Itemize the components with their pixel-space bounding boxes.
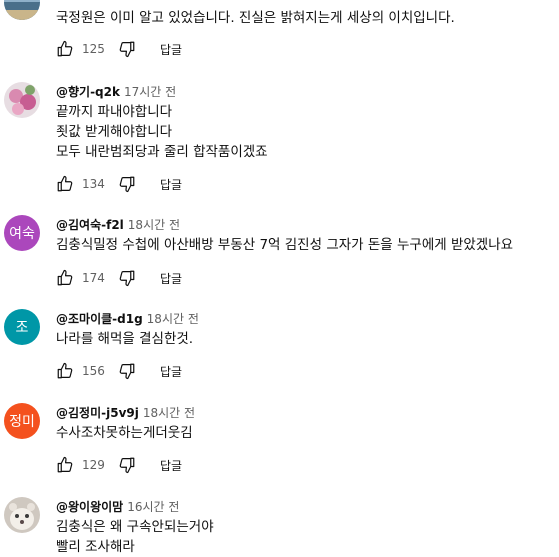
avatar[interactable] [4,497,40,533]
thumbs-up-icon [57,269,73,286]
comment-actions: 156 답글 [56,359,182,383]
comment-actions: 174 답글 [56,266,182,290]
thumbs-down-icon [119,176,135,193]
avatar[interactable]: 여숙 [4,215,40,251]
avatar-initials: 조 [15,320,29,336]
avatar[interactable]: 정미 [4,403,40,439]
dislike-button[interactable] [118,175,136,193]
comment-text: 국정원은 이미 알고 있었습니다. 진실은 밝혀지는게 세상의 이치입니다. [56,10,455,26]
avatar-pet-icon [4,497,40,533]
like-count: 174 [82,271,105,285]
comment-time[interactable]: 18시간 전 [143,406,195,420]
comment-header: @왕이왕이맘 16시간 전 [56,498,179,515]
thumbs-up-icon [57,456,73,473]
avatar[interactable] [4,0,40,20]
comment-text: 수사조차못하는게더웃김 [56,425,193,441]
comment-text: 김충식은 왜 구속안되는거야 빨리 조사해라 [56,519,214,555]
dislike-button[interactable] [118,362,136,380]
comment-time[interactable]: 18시간 전 [147,312,199,326]
comment-time[interactable]: 18시간 전 [128,218,180,232]
avatar-initials: 정미 [9,414,35,430]
like-count: 156 [82,364,105,378]
author-name[interactable]: @왕이왕이맘 [56,500,123,514]
dislike-button[interactable] [118,269,136,287]
comment-text: 나라를 해먹을 결심한것. [56,331,194,347]
thumbs-up-icon [57,40,73,57]
avatar[interactable]: 조 [4,309,40,345]
like-button[interactable] [56,362,74,380]
avatar-flower-icon [4,82,40,118]
comment-actions: 125 답글 [56,37,182,61]
author-name[interactable]: @김정미-j5v9j [56,406,139,420]
thumbs-down-icon [119,41,135,58]
thumbs-down-icon [119,363,135,380]
thumbs-down-icon [119,270,135,287]
comment-header: @김정미-j5v9j 18시간 전 [56,404,195,421]
thumbs-up-icon [57,362,73,379]
like-count: 129 [82,458,105,472]
comment-header: @김여숙-f2l 18시간 전 [56,216,180,233]
reply-button[interactable]: 답글 [160,176,182,193]
comment-time[interactable]: 16시간 전 [127,500,179,514]
author-name[interactable]: @김여숙-f2l [56,218,124,232]
comment-header: @조마이클-d1g 18시간 전 [56,310,199,327]
comment-text: 김충식밀정 수첩에 아산배방 부동산 7억 김진성 그자가 돈을 누구에게 받았… [56,237,514,253]
comment-text: 끝까지 파내야합니다 죗값 받게해야합니다 모두 내란범죄당과 줄리 합작품이겠… [56,104,268,160]
dislike-button[interactable] [118,40,136,58]
reply-button[interactable]: 답글 [160,363,182,380]
comment-header: @향기-q2k 17시간 전 [56,83,176,100]
thumbs-up-icon [57,175,73,192]
avatar-photo-icon [4,0,40,20]
avatar[interactable] [4,82,40,118]
reply-button[interactable]: 답글 [160,41,182,58]
thumbs-down-icon [119,457,135,474]
like-count: 125 [82,42,105,56]
reply-button[interactable]: 답글 [160,457,182,474]
reply-button[interactable]: 답글 [160,270,182,287]
author-name[interactable]: @조마이클-d1g [56,312,143,326]
like-button[interactable] [56,175,74,193]
comment-actions: 129 답글 [56,453,182,477]
comment-actions: 134 답글 [56,172,182,196]
like-count: 134 [82,177,105,191]
like-button[interactable] [56,269,74,287]
dislike-button[interactable] [118,456,136,474]
avatar-initials: 여숙 [9,226,35,242]
like-button[interactable] [56,40,74,58]
author-name[interactable]: @향기-q2k [56,85,120,99]
like-button[interactable] [56,456,74,474]
comment-time[interactable]: 17시간 전 [124,85,176,99]
